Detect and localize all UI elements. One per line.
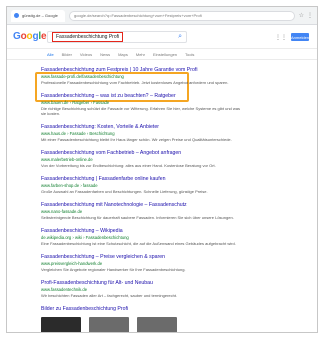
tab-settings[interactable]: Einstellungen	[153, 52, 177, 57]
browser-toolbar: günstig.de – Google google.de/search?q=F…	[7, 7, 317, 25]
result-item: Fassadenbeschichtung: Kosten, Vorteile &…	[41, 124, 241, 142]
google-logo[interactable]: Google	[13, 31, 47, 42]
search-tabs: Alle Bilder Videos News Maps Mehr Einste…	[7, 49, 317, 60]
result-snippet: Eine Fassadenbeschichtung ist eine Schut…	[41, 241, 236, 246]
menu-icon[interactable]: ⋮	[307, 13, 313, 19]
result-title[interactable]: Fassadenbeschichtung – was ist zu beacht…	[41, 93, 241, 100]
tab-title: günstig.de – Google	[22, 13, 58, 18]
google-header: Google Fassadenbeschichtung Profi ⌕ ⋮⋮ A…	[7, 25, 317, 49]
address-url: google.de/search?q=Fassadenbeschichtung+…	[74, 13, 202, 18]
result-snippet: Mit einer Fassadenbeschichtung bleibt Ih…	[41, 137, 232, 142]
search-results: Fassadenbeschichtung zum Festpreis | 10 …	[41, 67, 241, 332]
tab-all[interactable]: Alle	[47, 52, 54, 57]
result-snippet: Wir beschichten Fassaden aller Art – fac…	[41, 293, 178, 298]
result-snippet: Große Auswahl an Fassadenfarben und Besc…	[41, 189, 208, 194]
image-thumbnail[interactable]	[41, 317, 81, 332]
tab-news[interactable]: News	[100, 52, 110, 57]
result-item: Fassadenbeschichtung mit Nanotechnologie…	[41, 202, 241, 220]
browser-window: günstig.de – Google google.de/search?q=F…	[6, 6, 318, 333]
result-item: Fassadenbeschichtung | Fassadenfarbe onl…	[41, 176, 241, 194]
result-snippet: Die richtige Beschichtung schützt die Fa…	[41, 106, 240, 116]
result-snippet: Selbstreinigende Beschichtung für dauerh…	[41, 215, 234, 220]
result-title[interactable]: Fassadenbeschichtung – Wikipedia	[41, 228, 241, 235]
apps-grid-icon[interactable]: ⋮⋮	[275, 34, 287, 41]
image-thumbnail[interactable]	[89, 317, 129, 332]
result-title[interactable]: Profi-Fassadenbeschichtung für Alt- und …	[41, 280, 241, 287]
result-item: Fassadenbeschichtung – Wikipedia de.wiki…	[41, 228, 241, 246]
result-title[interactable]: Fassadenbeschichtung: Kosten, Vorteile &…	[41, 124, 241, 131]
tab-videos[interactable]: Videos	[80, 52, 92, 57]
result-item: Fassadenbeschichtung – Preise vergleiche…	[41, 254, 241, 272]
search-icon[interactable]: ⌕	[178, 33, 182, 41]
result-item: Profi-Fassadenbeschichtung für Alt- und …	[41, 280, 241, 298]
signin-button[interactable]: Anmelden	[291, 33, 309, 41]
browser-tab[interactable]: günstig.de – Google	[11, 9, 65, 22]
result-title[interactable]: Bilder zu Fassadenbeschichtung Profi	[41, 306, 241, 313]
result-title[interactable]: Fassadenbeschichtung mit Nanotechnologie…	[41, 202, 241, 209]
tab-tools[interactable]: Tools	[185, 52, 194, 57]
result-snippet: Vergleichen Sie Angebote regionaler Hand…	[41, 267, 186, 272]
result-snippet: Professionelle Fassadenbeschichtung vom …	[41, 80, 229, 85]
tab-images[interactable]: Bilder	[62, 52, 72, 57]
google-favicon-icon	[14, 13, 19, 18]
image-results: Bilder zu Fassadenbeschichtung Profi	[41, 306, 241, 332]
address-bar[interactable]: google.de/search?q=Fassadenbeschichtung+…	[69, 10, 295, 21]
search-input[interactable]: Fassadenbeschichtung Profi ⌕	[47, 30, 187, 43]
search-query: Fassadenbeschichtung Profi	[52, 31, 124, 42]
result-snippet: Von der Vorbereitung bis zur Endbeschich…	[41, 163, 216, 168]
result-title[interactable]: Fassadenbeschichtung | Fassadenfarbe onl…	[41, 176, 241, 183]
star-icon[interactable]: ☆	[299, 13, 304, 19]
result-item: Fassadenbeschichtung zum Festpreis | 10 …	[41, 67, 241, 85]
image-thumbnail[interactable]	[137, 317, 177, 332]
tab-more[interactable]: Mehr	[136, 52, 145, 57]
result-item: Fassadenbeschichtung vom Fachbetrieb – A…	[41, 150, 241, 168]
result-title[interactable]: Fassadenbeschichtung zum Festpreis | 10 …	[41, 67, 241, 74]
result-title[interactable]: Fassadenbeschichtung – Preise vergleiche…	[41, 254, 241, 261]
tab-maps[interactable]: Maps	[118, 52, 128, 57]
result-item: Fassadenbeschichtung – was ist zu beacht…	[41, 93, 241, 116]
result-title[interactable]: Fassadenbeschichtung vom Fachbetrieb – A…	[41, 150, 241, 157]
